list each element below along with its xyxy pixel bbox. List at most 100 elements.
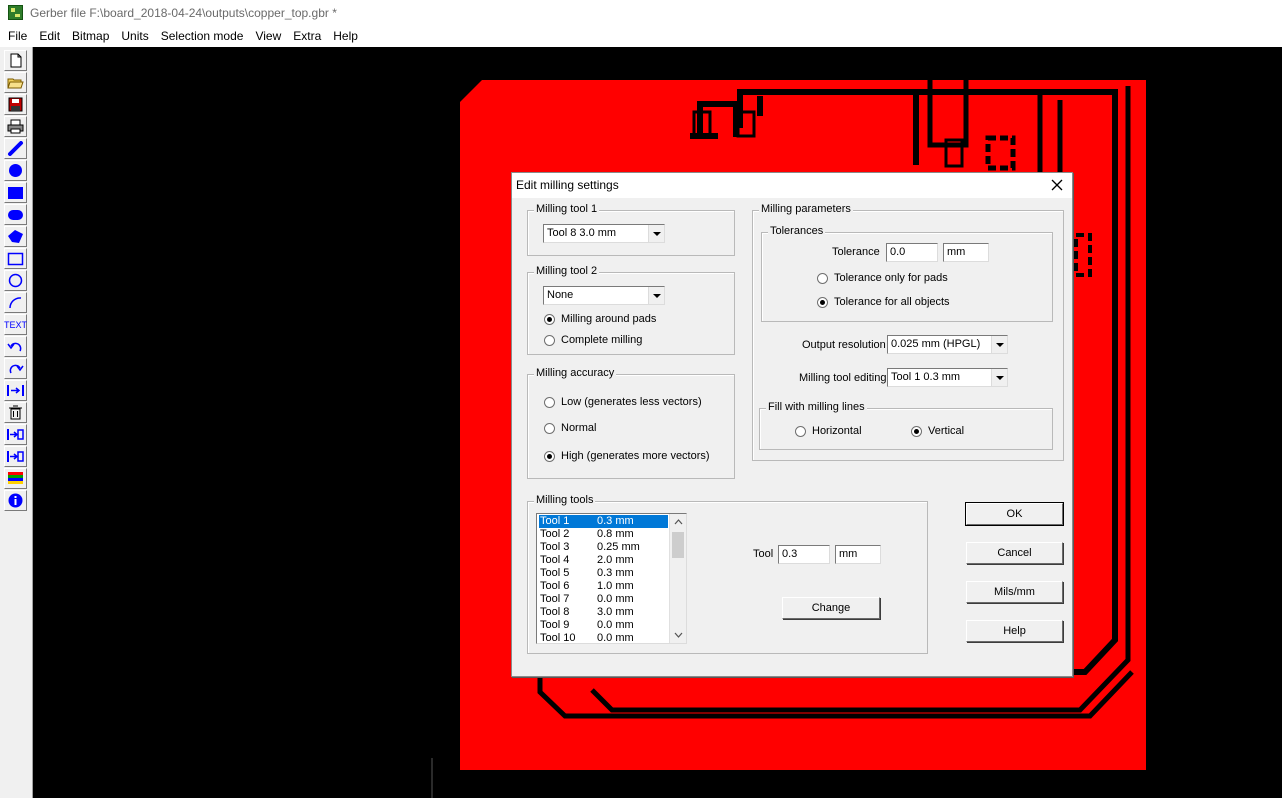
list-item[interactable]: Tool 5 0.3 mm: [539, 567, 668, 580]
output-resolution-label: Output resolution: [802, 339, 886, 351]
toolbar-button-align[interactable]: [4, 424, 27, 445]
rounded-pad-icon: [8, 210, 23, 220]
menu-extra[interactable]: Extra: [287, 26, 327, 46]
milling-around-pads-radio[interactable]: Milling around pads: [544, 313, 656, 325]
list-item[interactable]: Tool 2 0.8 mm: [539, 528, 668, 541]
menu-view[interactable]: View: [249, 26, 287, 46]
milling-tool-2-legend: Milling tool 2: [534, 265, 600, 277]
list-item[interactable]: Tool 6 1.0 mm: [539, 580, 668, 593]
toolbar-button-save-disk[interactable]: [4, 94, 27, 115]
toolbar-button-info[interactable]: [4, 490, 27, 511]
rectangle-outline-icon: [7, 252, 24, 266]
toolbar-button-print[interactable]: [4, 116, 27, 137]
scrollbar-thumb[interactable]: [672, 532, 684, 558]
toolbar-button-new-file[interactable]: [4, 50, 27, 71]
ok-button[interactable]: OK: [965, 502, 1064, 526]
tolerance-all-radio[interactable]: Tolerance for all objects: [817, 296, 950, 308]
tool-editing-select[interactable]: Tool 1 0.3 mm: [887, 368, 1008, 387]
fill-vertical-radio[interactable]: Vertical: [911, 425, 964, 437]
accuracy-low-radio[interactable]: Low (generates less vectors): [544, 396, 702, 408]
tool-size: 3.0 mm: [597, 606, 634, 618]
milling-parameters-group: Milling parameters Tolerances Tolerance …: [752, 203, 1064, 461]
mils-mm-button[interactable]: Mils/mm: [966, 581, 1063, 603]
tolerance-input[interactable]: 0.0: [886, 243, 938, 262]
toolbar-button-mirror[interactable]: [4, 380, 27, 401]
milling-tools-list[interactable]: Tool 10 0.0 mm Tool 9 0.0 mm Tool 8 3.0 mm Too…: [536, 513, 687, 644]
tolerance-pads-radio[interactable]: Tolerance only for pads: [817, 272, 948, 284]
chevron-down-icon[interactable]: [648, 225, 664, 242]
tool-name: Tool 6: [540, 580, 570, 592]
radio-label: Low (generates less vectors): [561, 396, 702, 408]
toolbar-button-delete[interactable]: [4, 402, 27, 423]
menu-file[interactable]: File: [2, 26, 33, 46]
toolbar-button-polygon[interactable]: [4, 226, 27, 247]
toolbar-button-text[interactable]: TEXT: [4, 314, 27, 335]
info-icon: [8, 493, 23, 508]
dialog-titlebar: Edit milling settings: [512, 173, 1072, 198]
window-title: Gerber file F:\board_2018-04-24\outputs\…: [30, 5, 337, 20]
list-item[interactable]: Tool 8 3.0 mm: [539, 606, 668, 619]
list-item[interactable]: Tool 1 0.3 mm: [539, 515, 668, 528]
toolbar-button-circle-fill[interactable]: [4, 160, 27, 181]
chevron-up-icon[interactable]: [670, 514, 686, 530]
toolbar-button-arc[interactable]: [4, 292, 27, 313]
toolbar-button-rectangle-outline[interactable]: [4, 248, 27, 269]
toolbar-button-circle-outline[interactable]: [4, 270, 27, 291]
tolerance-unit-field[interactable]: mm: [943, 243, 989, 262]
toolbar-button-layers[interactable]: [4, 468, 27, 489]
chevron-down-icon[interactable]: [670, 627, 686, 643]
output-resolution-select[interactable]: 0.025 mm (HPGL): [887, 335, 1008, 354]
toolbar-button-rectangle-fill[interactable]: [4, 182, 27, 203]
complete-milling-radio[interactable]: Complete milling: [544, 334, 642, 346]
tool-size: 1.0 mm: [597, 580, 634, 592]
toolbar-button-undo[interactable]: [4, 336, 27, 357]
tool-size: 0.0 mm: [597, 593, 634, 605]
tool-editing-label: Milling tool editing: [799, 372, 887, 384]
tool-name: Tool 3: [540, 541, 570, 553]
menu-bitmap[interactable]: Bitmap: [66, 26, 115, 46]
menu-help[interactable]: Help: [327, 26, 364, 46]
list-item[interactable]: Tool 9 0.0 mm: [539, 619, 668, 632]
milling-accuracy-group: Milling accuracy Low (generates less vec…: [527, 367, 735, 479]
tolerance-label: Tolerance: [832, 246, 880, 258]
accuracy-high-radio[interactable]: High (generates more vectors): [544, 450, 710, 462]
chevron-down-icon[interactable]: [991, 369, 1007, 386]
milling-tool-2-select[interactable]: None: [543, 286, 665, 305]
fill-horizontal-radio[interactable]: Horizontal: [795, 425, 862, 437]
tool-unit-field[interactable]: mm: [835, 545, 881, 564]
accuracy-normal-radio[interactable]: Normal: [544, 422, 596, 434]
chevron-down-icon[interactable]: [648, 287, 664, 304]
toolbar-button-distribute[interactable]: [4, 446, 27, 467]
radio-indicator: [544, 422, 555, 434]
list-item[interactable]: Tool 4 2.0 mm: [539, 554, 668, 567]
tool-size-input[interactable]: 0.3: [778, 545, 830, 564]
app-icon: [8, 5, 23, 20]
radio-indicator: [817, 272, 828, 284]
cancel-button[interactable]: Cancel: [966, 542, 1063, 564]
menu-edit[interactable]: Edit: [33, 26, 66, 46]
radio-label: Horizontal: [812, 425, 862, 437]
list-item[interactable]: Tool 10 0.0 mm: [539, 632, 668, 644]
help-button[interactable]: Help: [966, 620, 1063, 642]
layers-icon: [8, 472, 23, 484]
menu-units[interactable]: Units: [115, 26, 154, 46]
menu-selection-mode[interactable]: Selection mode: [155, 26, 250, 46]
menu-bar: File Edit Bitmap Units Selection mode Vi…: [0, 25, 1282, 47]
tool-name: Tool 10: [540, 632, 576, 644]
milling-parameters-legend: Milling parameters: [759, 203, 853, 215]
chevron-down-icon[interactable]: [991, 336, 1007, 353]
radio-label: Vertical: [928, 425, 965, 437]
tool-editing-value: Tool 1 0.3 mm: [891, 371, 961, 383]
save-disk-icon: [8, 97, 23, 112]
list-item[interactable]: Tool 3 0.25 mm: [539, 541, 668, 554]
milling-tool-1-select[interactable]: Tool 8 3.0 mm: [543, 224, 665, 243]
tool-name: Tool 1: [540, 515, 570, 527]
close-icon[interactable]: [1048, 175, 1066, 195]
toolbar-button-open-folder[interactable]: [4, 72, 27, 93]
toolbar-button-rounded-pad[interactable]: [4, 204, 27, 225]
toolbar-button-line-draw[interactable]: [4, 138, 27, 159]
toolbar-button-redo[interactable]: [4, 358, 27, 379]
list-item[interactable]: Tool 7 0.0 mm: [539, 593, 668, 606]
list-scrollbar[interactable]: [669, 514, 686, 643]
change-button[interactable]: Change: [782, 597, 880, 619]
